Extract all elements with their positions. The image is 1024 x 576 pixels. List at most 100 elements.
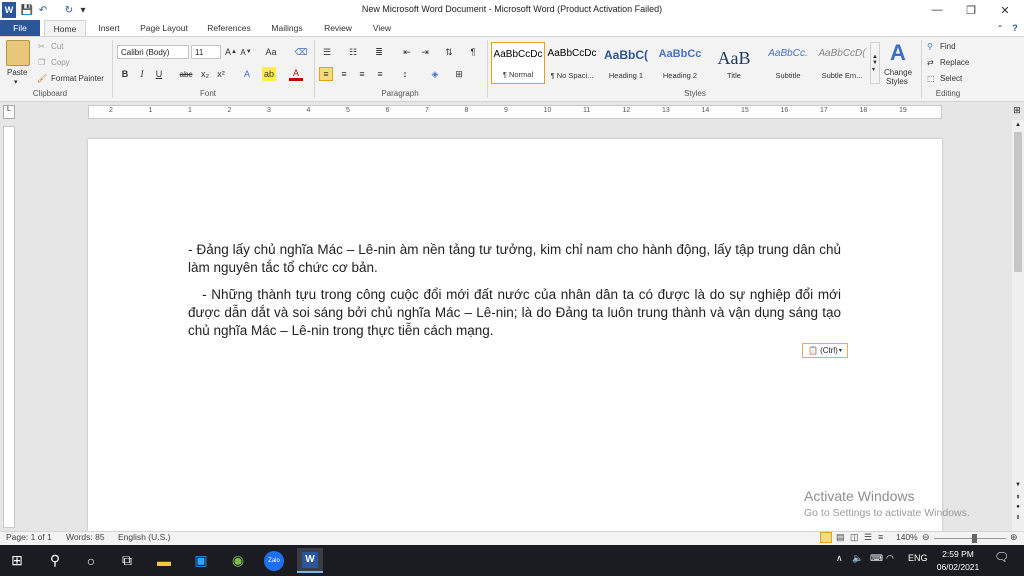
document-paragraph-1[interactable]: - Đảng lấy chủ nghĩa Mác – Lê-nin àm nền… xyxy=(188,241,841,277)
align-right-icon[interactable]: ≡ xyxy=(355,67,369,81)
cut-button[interactable]: Cut xyxy=(51,42,63,51)
find-button[interactable]: Find xyxy=(940,42,956,51)
styles-scroll-icon[interactable]: ▲ ▼ ▾ xyxy=(870,42,880,84)
bold-icon[interactable]: B xyxy=(118,67,132,81)
close-button[interactable]: ✕ xyxy=(988,0,1022,20)
increase-indent-icon[interactable]: ⇥ xyxy=(418,45,432,59)
line-spacing-icon[interactable]: ↕ xyxy=(398,67,412,81)
show-hidden-icons-icon[interactable]: ∧ xyxy=(836,553,843,564)
center-icon[interactable]: ≡ xyxy=(337,67,351,81)
text-effects-icon[interactable]: A xyxy=(240,67,254,81)
show-formatting-icon[interactable]: ¶ xyxy=(466,45,480,59)
web-layout-icon[interactable]: ◫ xyxy=(850,532,859,543)
vertical-ruler[interactable] xyxy=(3,126,15,528)
font-color-icon[interactable]: A xyxy=(289,67,303,81)
search-icon[interactable]: ⚲ xyxy=(42,548,68,573)
style-subtitle[interactable]: AaBbCc. Subtitle xyxy=(761,42,815,84)
cortana-icon[interactable]: ○ xyxy=(78,548,104,573)
horizontal-ruler[interactable]: 2 1 1 2 3 4 5 6 7 8 9 10 11 12 13 14 15 16 17 18 19 xyxy=(88,105,942,119)
subscript-icon[interactable]: x₂ xyxy=(198,67,212,81)
multilevel-list-icon[interactable]: ≣ xyxy=(372,45,386,59)
print-layout-icon[interactable] xyxy=(820,532,832,543)
draft-icon[interactable]: ≡ xyxy=(878,532,883,542)
scroll-down-icon[interactable]: ▼ xyxy=(1014,482,1022,490)
status-words[interactable]: Words: 85 xyxy=(66,532,105,542)
clock-date[interactable]: 06/02/2021 xyxy=(934,562,982,572)
clear-formatting-icon[interactable]: ⌫ xyxy=(294,45,308,59)
style-title[interactable]: AaB Title xyxy=(707,42,761,84)
style-subtle-emphasis[interactable]: AaBbCcD( Subtle Em... xyxy=(815,42,869,84)
underline-icon[interactable]: U xyxy=(152,67,166,81)
justify-icon[interactable]: ≡ xyxy=(373,67,387,81)
superscript-icon[interactable]: x² xyxy=(214,67,228,81)
format-painter-button[interactable]: Format Painter xyxy=(51,74,104,83)
file-explorer-icon[interactable]: ▬ xyxy=(151,548,177,573)
change-case-icon[interactable]: Aa xyxy=(264,45,278,59)
style-no-spacing[interactable]: AaBbCcDc ¶ No Spaci... xyxy=(545,42,599,84)
app-icon[interactable]: ▣ xyxy=(188,548,214,573)
tab-home[interactable]: Home xyxy=(44,20,86,37)
tab-view[interactable]: View xyxy=(366,20,398,36)
grow-font-icon[interactable]: A ▲ xyxy=(224,45,238,59)
numbering-icon[interactable]: ☷ xyxy=(346,45,360,59)
shrink-font-icon[interactable]: A ▼ xyxy=(239,45,253,59)
zoom-in-icon[interactable]: ⊕ xyxy=(1010,532,1018,543)
word-taskbar-icon[interactable]: W xyxy=(297,548,323,573)
style-heading-2[interactable]: AaBbCc Heading 2 xyxy=(653,42,707,84)
notifications-icon[interactable]: 🗨 xyxy=(994,550,1009,564)
minimize-button[interactable]: — xyxy=(920,0,954,20)
input-icon[interactable]: ⌨ xyxy=(870,553,883,564)
align-left-icon[interactable]: ≡ xyxy=(319,67,333,81)
paste-dropdown-icon[interactable]: ▾ xyxy=(14,78,18,86)
status-page[interactable]: Page: 1 of 1 xyxy=(6,532,52,542)
change-styles-button-line2[interactable]: Styles xyxy=(886,77,908,86)
restore-button[interactable]: ❐ xyxy=(954,0,988,20)
volume-icon[interactable]: 🔈 xyxy=(852,553,863,564)
status-language[interactable]: English (U.S.) xyxy=(118,532,170,542)
decrease-indent-icon[interactable]: ⇤ xyxy=(400,45,414,59)
zoom-slider-track[interactable] xyxy=(934,538,1006,539)
italic-icon[interactable]: I xyxy=(135,67,149,81)
paste-icon[interactable] xyxy=(6,40,30,66)
shading-icon[interactable]: ◈ xyxy=(428,67,442,81)
vertical-scrollbar[interactable]: ▲ ▼ ⇞ ● ⇟ xyxy=(1012,120,1024,531)
highlight-icon[interactable]: ab xyxy=(262,67,276,81)
change-styles-button-line1[interactable]: Change xyxy=(884,68,912,77)
select-button[interactable]: Select xyxy=(940,74,962,83)
document-paragraph-2[interactable]: - Những thành tựu trong công cuộc đổi mớ… xyxy=(188,286,841,340)
bullets-icon[interactable]: ☰ xyxy=(320,45,334,59)
tab-mailings[interactable]: Mailings xyxy=(266,20,308,36)
browse-object-icon[interactable]: ● xyxy=(1014,504,1022,512)
paste-options-button[interactable]: 📋 (Ctrl) ▾ xyxy=(802,343,848,358)
replace-button[interactable]: Replace xyxy=(940,58,969,67)
zoom-level[interactable]: 140% xyxy=(896,532,918,542)
clock-time[interactable]: 2:59 PM xyxy=(936,549,980,559)
style-heading-1[interactable]: AaBbC( Heading 1 xyxy=(599,42,653,84)
tab-review[interactable]: Review xyxy=(320,20,356,36)
next-page-icon[interactable]: ⇟ xyxy=(1014,514,1022,522)
previous-page-icon[interactable]: ⇞ xyxy=(1014,494,1022,502)
task-view-icon[interactable]: ⧉ xyxy=(114,548,140,573)
paste-button[interactable]: Paste xyxy=(7,68,27,77)
help-icon[interactable]: ? xyxy=(1008,20,1022,36)
zoom-slider-thumb[interactable] xyxy=(972,534,977,543)
font-name-select[interactable]: Calibri (Body) xyxy=(117,45,189,59)
tab-file[interactable]: File xyxy=(0,20,40,36)
style-normal[interactable]: AaBbCcDc ¶ Normal xyxy=(491,42,545,84)
tab-references[interactable]: References xyxy=(204,20,254,36)
scroll-up-icon[interactable]: ▲ xyxy=(1014,122,1022,130)
full-screen-reading-icon[interactable]: ▤ xyxy=(836,532,845,543)
copy-button[interactable]: Copy xyxy=(51,58,70,67)
scrollbar-thumb[interactable] xyxy=(1014,132,1022,272)
font-size-select[interactable]: 11 xyxy=(191,45,221,59)
strikethrough-icon[interactable]: abc xyxy=(179,67,193,81)
sort-icon[interactable]: ⇅ xyxy=(442,45,456,59)
tab-insert[interactable]: Insert xyxy=(92,20,126,36)
wifi-icon[interactable]: ◠ xyxy=(886,553,894,564)
borders-icon[interactable]: ⊞ xyxy=(452,67,466,81)
tab-page-layout[interactable]: Page Layout xyxy=(136,20,192,36)
language-indicator[interactable]: ENG xyxy=(908,553,928,563)
view-ruler-icon[interactable]: ⊞ xyxy=(1010,105,1024,119)
ribbon-minimize-icon[interactable]: ⌃ xyxy=(994,20,1006,36)
zalo-icon[interactable]: Zalo xyxy=(261,548,287,573)
